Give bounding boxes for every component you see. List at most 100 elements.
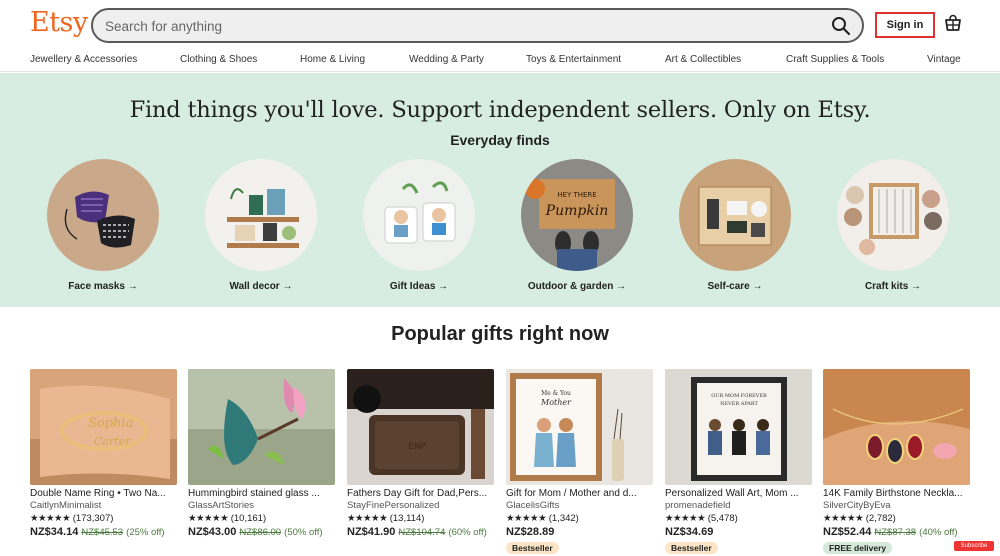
everyday-self-care[interactable]: Self-care → — [677, 159, 793, 292]
subscribe-watermark[interactable]: Subscribe — [954, 541, 994, 551]
craft-kits-label: Craft kits → — [864, 281, 922, 292]
self-care-label: Self-care → — [707, 281, 763, 292]
rating: ★★★★★ (173,307) — [30, 513, 177, 524]
product-title[interactable]: Personalized Wall Art, Mom ... — [665, 488, 812, 499]
craft-kits-image — [837, 159, 949, 271]
popular-title: Popular gifts right now — [391, 323, 609, 345]
price-row: NZ$34.69 — [665, 526, 812, 538]
original-price: NZ$45.53 — [81, 527, 124, 538]
star-rating-icon: ★★★★★ — [823, 513, 864, 524]
everyday-gift-ideas[interactable]: Gift Ideas → — [361, 159, 477, 292]
original-price: NZ$87.38 — [874, 527, 917, 538]
product-image: Sophia Carter — [30, 369, 177, 485]
svg-text:ENP: ENP — [408, 442, 426, 452]
price: NZ$43.00 — [188, 526, 237, 538]
product-card-5[interactable]: 14K Family Birthstone Neckla... SilverCi… — [823, 369, 970, 556]
product-image: Me & You Mother — [506, 369, 653, 485]
original-price: NZ$86.00 — [239, 527, 282, 538]
hero-section: Find things you'll love. Support indepen… — [0, 73, 1000, 307]
price-row: NZ$34.14 NZ$45.53 (25% off) — [30, 526, 177, 538]
rating: ★★★★★ (10,161) — [188, 513, 335, 524]
gift-ideas-label: Gift Ideas → — [389, 281, 449, 292]
free-delivery-badge: FREE delivery — [823, 542, 893, 554]
product-card-4[interactable]: OUR MOM FOREVER NEVER APART Personalized … — [665, 369, 812, 556]
bestseller-badge: Bestseller — [506, 542, 559, 554]
price: NZ$28.89 — [506, 526, 555, 538]
shop-name: SilverCityByEva — [823, 500, 891, 511]
star-rating-icon: ★★★★★ — [188, 513, 229, 524]
price: NZ$41.90 — [347, 526, 396, 538]
wall-decor-image — [205, 159, 317, 271]
shop-name: CaitlynMinimalist — [30, 500, 102, 511]
site-header: Etsy Sign in — [0, 0, 1000, 48]
everyday-face-masks[interactable]: Face masks → — [45, 159, 161, 292]
svg-text:Me & You: Me & You — [541, 390, 571, 397]
outdoor-garden-image: HEY THERE Pumpkin — [521, 159, 633, 271]
price-row: NZ$52.44 NZ$87.38 (40% off) — [823, 526, 970, 538]
hero-title: Find things you'll love. Support indepen… — [129, 97, 871, 123]
product-card-0[interactable]: Sophia Carter Double Name Ring • Two Na..… — [30, 369, 177, 538]
star-rating-icon: ★★★★★ — [30, 513, 71, 524]
svg-text:HEY THERE: HEY THERE — [557, 191, 596, 199]
product-card-2[interactable]: ENP Fathers Day Gift for Dad,Pers... Sta… — [347, 369, 494, 538]
product-title[interactable]: Double Name Ring • Two Na... — [30, 488, 177, 499]
star-rating-icon: ★★★★★ — [665, 513, 706, 524]
category-craft[interactable]: Craft Supplies & Tools — [786, 54, 884, 65]
review-count: (10,161) — [230, 513, 267, 524]
category-home[interactable]: Home & Living — [300, 54, 365, 65]
review-count: (13,114) — [389, 513, 425, 524]
svg-text:OUR MOM FOREVER: OUR MOM FOREVER — [711, 393, 767, 399]
product-image: ENP — [347, 369, 494, 485]
star-rating-icon: ★★★★★ — [347, 513, 388, 524]
everyday-wall-decor[interactable]: Wall decor → — [203, 159, 319, 292]
category-clothing[interactable]: Clothing & Shoes — [180, 54, 257, 65]
search-icon[interactable] — [830, 15, 852, 37]
review-count: (173,307) — [72, 513, 114, 524]
product-card-3[interactable]: Me & You Mother Gift for Mom / Mother and… — [506, 369, 653, 556]
search-input[interactable] — [105, 16, 805, 36]
face-masks-label: Face masks → — [68, 281, 138, 292]
original-price: NZ$104.74 — [398, 527, 446, 538]
everyday-craft-kits[interactable]: Craft kits → — [835, 159, 951, 292]
price-row: NZ$41.90 NZ$104.74 (60% off) — [347, 526, 494, 538]
sign-in-button[interactable]: Sign in — [875, 12, 935, 38]
category-nav: Jewellery & Accessories Clothing & Shoes… — [0, 50, 1000, 72]
rating: ★★★★★ (13,114) — [347, 513, 494, 524]
etsy-logo[interactable]: Etsy — [30, 7, 88, 38]
category-vintage[interactable]: Vintage — [927, 54, 961, 65]
product-card-1[interactable]: Hummingbird stained glass ... GlassArtSt… — [188, 369, 335, 538]
outdoor-garden-label: Outdoor & garden → — [527, 281, 627, 292]
discount: (25% off) — [126, 527, 165, 538]
shop-name: StayFinePersonalized — [347, 500, 440, 511]
product-title[interactable]: Hummingbird stained glass ... — [188, 488, 335, 499]
rating: ★★★★★ (5,478) — [665, 513, 812, 524]
price-row: NZ$43.00 NZ$86.00 (50% off) — [188, 526, 335, 538]
price: NZ$34.14 — [30, 526, 79, 538]
category-wedding[interactable]: Wedding & Party — [409, 54, 484, 65]
svg-text:Pumpkin: Pumpkin — [545, 203, 609, 219]
self-care-image — [679, 159, 791, 271]
product-title[interactable]: Gift for Mom / Mother and d... — [506, 488, 653, 499]
discount: (50% off) — [284, 527, 323, 538]
review-count: (5,478) — [707, 513, 738, 524]
product-title[interactable]: Fathers Day Gift for Dad,Pers... — [347, 488, 494, 499]
hero-subtitle: Everyday finds — [450, 132, 550, 148]
search-bar — [91, 8, 864, 43]
shop-name: GlacelisGifts — [506, 500, 560, 511]
product-image: OUR MOM FOREVER NEVER APART — [665, 369, 812, 485]
cart-icon[interactable] — [943, 14, 963, 34]
shop-name: promenadefield — [665, 500, 731, 511]
category-art[interactable]: Art & Collectibles — [665, 54, 741, 65]
gift-ideas-image — [363, 159, 475, 271]
svg-text:NEVER APART: NEVER APART — [720, 401, 758, 407]
face-masks-image — [47, 159, 159, 271]
product-title[interactable]: 14K Family Birthstone Neckla... — [823, 488, 970, 499]
category-jewellery[interactable]: Jewellery & Accessories — [30, 54, 137, 65]
review-count: (1,342) — [548, 513, 579, 524]
discount: (40% off) — [919, 527, 958, 538]
wall-decor-label: Wall decor → — [229, 281, 293, 292]
svg-text:Mother: Mother — [540, 398, 572, 407]
category-toys[interactable]: Toys & Entertainment — [526, 54, 621, 65]
price: NZ$34.69 — [665, 526, 714, 538]
everyday-outdoor-garden[interactable]: HEY THERE Pumpkin Outdoor & garden → — [519, 159, 635, 292]
